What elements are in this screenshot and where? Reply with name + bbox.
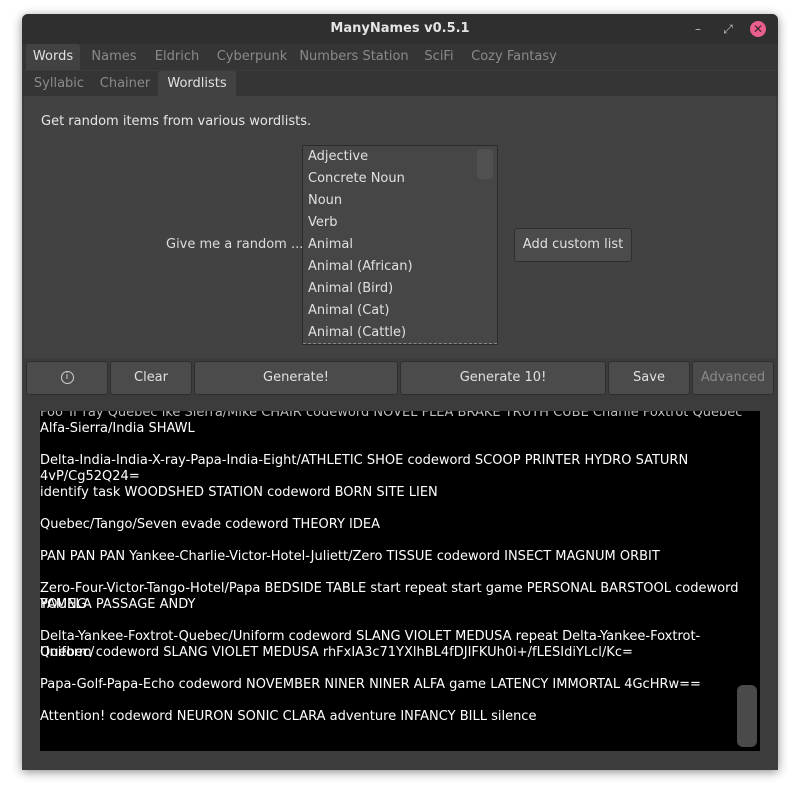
output-line: identify task WOODSHED STATION codeword … xyxy=(40,485,438,500)
output-line: PAN PAN PAN Yankee-Charlie-Victor-Hotel-… xyxy=(40,549,660,564)
list-item[interactable]: Animal (African) xyxy=(303,256,497,278)
tab-words[interactable]: Words xyxy=(26,44,80,70)
output-scrollbar[interactable] xyxy=(737,685,757,747)
output-line: Alfa-Sierra/India SHAWL xyxy=(40,421,195,436)
output-line: Delta-India-India-X-ray-Papa-India-Eight… xyxy=(40,453,689,484)
title-bar[interactable]: ManyNames v0.5.1 – ⤢ ✕ xyxy=(22,14,778,44)
list-item[interactable]: Animal (Bird) xyxy=(303,278,497,300)
info-button[interactable]: i xyxy=(26,361,108,395)
output-line: Papa-Golf-Papa-Echo codeword NOVEMBER NI… xyxy=(40,677,701,692)
generate-button[interactable]: Generate! xyxy=(194,361,398,395)
category-tabs: Words Names Eldrich Cyberpunk Numbers St… xyxy=(22,44,778,70)
wordlist-listbox[interactable]: Adjective Concrete Noun Noun Verb Animal… xyxy=(302,145,498,345)
list-item[interactable]: Animal xyxy=(303,234,497,256)
list-item[interactable]: Animal (Cat) xyxy=(303,300,497,322)
tab-scifi[interactable]: SciFi xyxy=(418,44,460,70)
output-line: Uniform codeword SLANG VIOLET MEDUSA rhF… xyxy=(40,645,633,660)
advanced-button[interactable]: Advanced xyxy=(692,361,774,395)
output-line: Attention! codeword NEURON SONIC CLARA a… xyxy=(40,709,537,724)
words-subtabs: Syllabic Chainer Wordlists xyxy=(22,71,778,97)
tab-wordlists[interactable]: Wordlists xyxy=(158,71,236,97)
generate-10-button[interactable]: Generate 10! xyxy=(400,361,606,395)
list-item[interactable]: Verb xyxy=(303,212,497,234)
output-line: PAMELA PASSAGE ANDY xyxy=(40,597,196,612)
listbox-scrollbar[interactable] xyxy=(477,149,493,179)
output-line: Quebec/Tango/Seven evade codeword THEORY… xyxy=(40,517,381,532)
maximize-icon[interactable]: ⤢ xyxy=(720,21,736,37)
app-window: ManyNames v0.5.1 – ⤢ ✕ Words Names Eldri… xyxy=(22,14,778,770)
info-icon: i xyxy=(60,371,74,384)
tab-syllabic[interactable]: Syllabic xyxy=(26,71,92,97)
window-title: ManyNames v0.5.1 xyxy=(330,21,470,36)
clear-button[interactable]: Clear xyxy=(110,361,192,395)
tab-numbers-station[interactable]: Numbers Station xyxy=(298,44,410,70)
list-item[interactable]: Noun xyxy=(303,190,497,212)
list-item[interactable]: Adjective xyxy=(303,146,497,168)
wordlists-panel: Get random items from various wordlists.… xyxy=(24,96,776,358)
output-line: Foo Tr ray Quebec ike Sierra/Mike CHAIR … xyxy=(40,411,743,420)
list-item[interactable]: Concrete Noun xyxy=(303,168,497,190)
tab-names[interactable]: Names xyxy=(86,44,142,70)
listbox-bottom-edge xyxy=(303,342,497,344)
close-icon[interactable]: ✕ xyxy=(750,21,766,37)
add-custom-list-button[interactable]: Add custom list xyxy=(514,228,632,262)
list-item[interactable]: Animal (Cattle) xyxy=(303,322,497,344)
tab-eldrich[interactable]: Eldrich xyxy=(148,44,206,70)
panel-description: Get random items from various wordlists. xyxy=(41,114,312,129)
save-button[interactable]: Save xyxy=(608,361,690,395)
action-toolbar: i Clear Generate! Generate 10! Save Adva… xyxy=(24,360,776,398)
output-textarea[interactable]: Foo Tr ray Quebec ike Sierra/Mike CHAIR … xyxy=(40,411,760,751)
tab-cyberpunk[interactable]: Cyberpunk xyxy=(212,44,292,70)
random-prompt-label: Give me a random ... xyxy=(166,237,304,252)
minimize-icon[interactable]: – xyxy=(690,21,706,37)
tab-chainer[interactable]: Chainer xyxy=(96,71,154,97)
tab-cozy-fantasy[interactable]: Cozy Fantasy xyxy=(468,44,560,70)
